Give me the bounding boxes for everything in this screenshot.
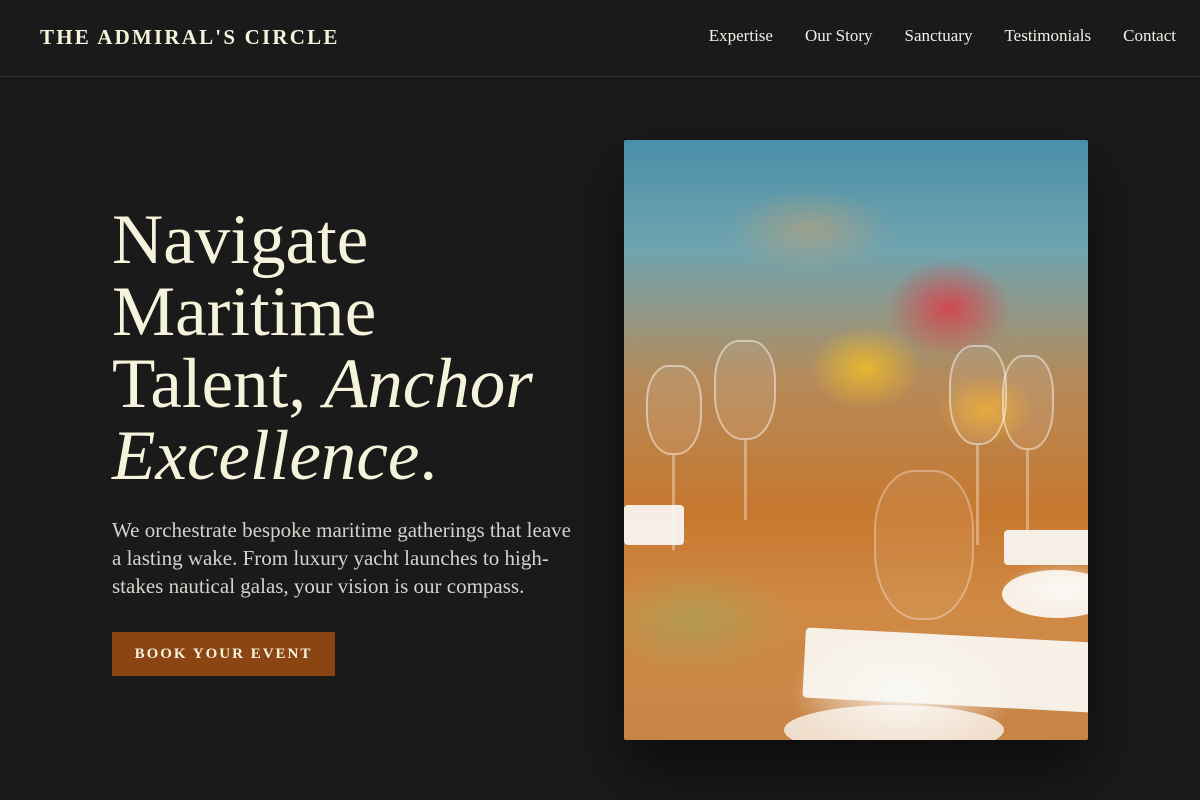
brand-logo[interactable]: THE ADMIRAL'S CIRCLE <box>40 25 340 50</box>
wine-glass-decor <box>949 345 1007 445</box>
glass-stem-decor <box>1026 450 1029 535</box>
hero-image-table-setting <box>624 140 1088 740</box>
nav-link-sanctuary[interactable]: Sanctuary <box>904 26 972 46</box>
hero-title-line3: Talent, <box>112 345 324 423</box>
glass-stem-decor <box>744 440 747 520</box>
nav-link-testimonials[interactable]: Testimonials <box>1004 26 1091 46</box>
wine-glass-decor <box>1002 355 1054 450</box>
napkin-decor <box>1004 530 1088 565</box>
napkin-decor <box>624 505 684 545</box>
plate-decor <box>784 705 1004 740</box>
hero-title: Navigate Maritime Talent, Anchor Excelle… <box>112 204 582 492</box>
hero-subtitle: We orchestrate bespoke maritime gatherin… <box>112 518 571 598</box>
wine-glass-decor <box>646 365 702 455</box>
napkin-decor <box>802 627 1088 713</box>
site-header: THE ADMIRAL'S CIRCLE Expertise Our Story… <box>0 0 1200 77</box>
hero-title-period: . <box>419 417 438 495</box>
wine-glass-decor <box>874 470 974 620</box>
hero-title-emphasis-excellence: Excellence <box>112 417 420 495</box>
glass-stem-decor <box>976 445 979 545</box>
wine-glass-decor <box>714 340 776 440</box>
nav-link-contact[interactable]: Contact <box>1123 26 1176 46</box>
book-event-button[interactable]: BOOK YOUR EVENT <box>112 632 335 676</box>
nav-link-our-story[interactable]: Our Story <box>805 26 873 46</box>
main-nav: Expertise Our Story Sanctuary Testimonia… <box>709 26 1176 46</box>
nav-link-expertise[interactable]: Expertise <box>709 26 773 46</box>
hero-title-line2: Maritime <box>112 273 377 351</box>
hero-title-line1: Navigate <box>112 201 369 279</box>
hero-title-emphasis-anchor: Anchor <box>323 345 533 423</box>
plate-decor <box>1002 570 1088 618</box>
